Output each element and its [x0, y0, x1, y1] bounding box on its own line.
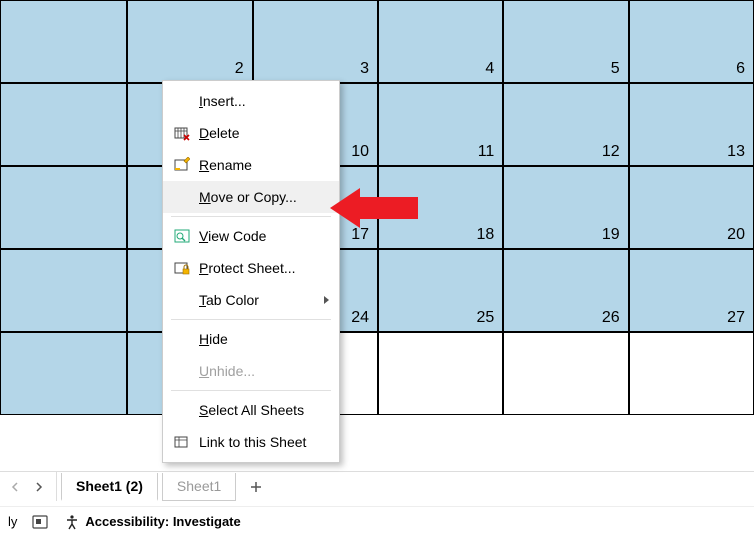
grid-cell[interactable]: [0, 249, 127, 332]
menu-separator: [171, 319, 331, 320]
grid-cell[interactable]: 5: [503, 0, 628, 83]
menu-label: Unhide...: [193, 363, 329, 379]
menu-item-rename[interactable]: Rename: [163, 149, 339, 181]
menu-separator: [171, 390, 331, 391]
chevron-right-icon: [324, 296, 329, 304]
sheet-tab-active[interactable]: Sheet1 (2): [61, 473, 158, 501]
grid-cell[interactable]: [0, 0, 127, 83]
grid-cell[interactable]: 3: [253, 0, 378, 83]
sheet-tab-label: Sheet1 (2): [76, 478, 143, 494]
tab-nav: [6, 472, 57, 501]
grid-cell[interactable]: [503, 332, 628, 415]
add-sheet-button[interactable]: [242, 480, 270, 494]
menu-label: View Code: [193, 228, 329, 244]
protect-sheet-icon: [171, 260, 193, 276]
menu-label: Tab Color: [193, 292, 324, 308]
menu-item-view-code[interactable]: View Code: [163, 220, 339, 252]
grid-cell[interactable]: [629, 332, 754, 415]
status-bar: ly Accessibility: Investigate: [0, 506, 754, 536]
grid-cell[interactable]: [378, 332, 503, 415]
menu-label: Link to this Sheet: [193, 434, 329, 450]
sheet-tab[interactable]: Sheet1: [162, 473, 236, 501]
menu-item-insert[interactable]: Insert...: [163, 85, 339, 117]
callout-arrow: [330, 188, 418, 228]
menu-item-link-to-sheet[interactable]: Link to this Sheet: [163, 426, 339, 458]
menu-item-select-all-sheets[interactable]: Select All Sheets: [163, 394, 339, 426]
tab-prev-button[interactable]: [6, 478, 24, 496]
grid-cell[interactable]: 2: [127, 0, 252, 83]
tab-next-button[interactable]: [30, 478, 48, 496]
sheet-tab-label: Sheet1: [177, 478, 221, 494]
grid-cell[interactable]: [0, 332, 127, 415]
status-text: ly: [8, 514, 17, 529]
menu-label: Rename: [193, 157, 329, 173]
rename-icon: [171, 157, 193, 173]
menu-item-hide[interactable]: Hide: [163, 323, 339, 355]
grid-cell[interactable]: 27: [629, 249, 754, 332]
menu-separator: [171, 216, 331, 217]
menu-label: Delete: [193, 125, 329, 141]
view-code-icon: [171, 228, 193, 244]
delete-sheet-icon: [171, 125, 193, 141]
accessibility-icon: [63, 513, 81, 531]
sheet-tabs-bar: Sheet1 (2) Sheet1: [0, 471, 754, 501]
link-sheet-icon: [171, 434, 193, 450]
grid-cell[interactable]: 19: [503, 166, 628, 249]
grid-cell[interactable]: 25: [378, 249, 503, 332]
macro-record-icon: [31, 513, 49, 531]
menu-item-delete[interactable]: Delete: [163, 117, 339, 149]
grid-cell[interactable]: [0, 166, 127, 249]
status-accessibility[interactable]: Accessibility: Investigate: [63, 513, 240, 531]
menu-label: Insert...: [193, 93, 329, 109]
grid-cell[interactable]: 12: [503, 83, 628, 166]
menu-item-tab-color[interactable]: Tab Color: [163, 284, 339, 316]
menu-label: Select All Sheets: [193, 402, 329, 418]
grid-cell[interactable]: 20: [629, 166, 754, 249]
grid-cell[interactable]: 13: [629, 83, 754, 166]
accessibility-text: Accessibility: Investigate: [85, 514, 240, 529]
grid-cell[interactable]: 6: [629, 0, 754, 83]
sheet-context-menu: Insert... Delete Rename Move or Copy... View…: [162, 80, 340, 463]
menu-item-move-copy[interactable]: Move or Copy...: [163, 181, 339, 213]
grid-cell[interactable]: [0, 83, 127, 166]
menu-item-unhide: Unhide...: [163, 355, 339, 387]
menu-label: Move or Copy...: [193, 189, 329, 205]
menu-label: Protect Sheet...: [193, 260, 329, 276]
grid-cell[interactable]: 26: [503, 249, 628, 332]
grid-cell[interactable]: 4: [378, 0, 503, 83]
menu-label: Hide: [193, 331, 329, 347]
status-macro[interactable]: [31, 513, 49, 531]
menu-item-protect-sheet[interactable]: Protect Sheet...: [163, 252, 339, 284]
grid-cell[interactable]: 11: [378, 83, 503, 166]
status-ready: ly: [8, 514, 17, 529]
